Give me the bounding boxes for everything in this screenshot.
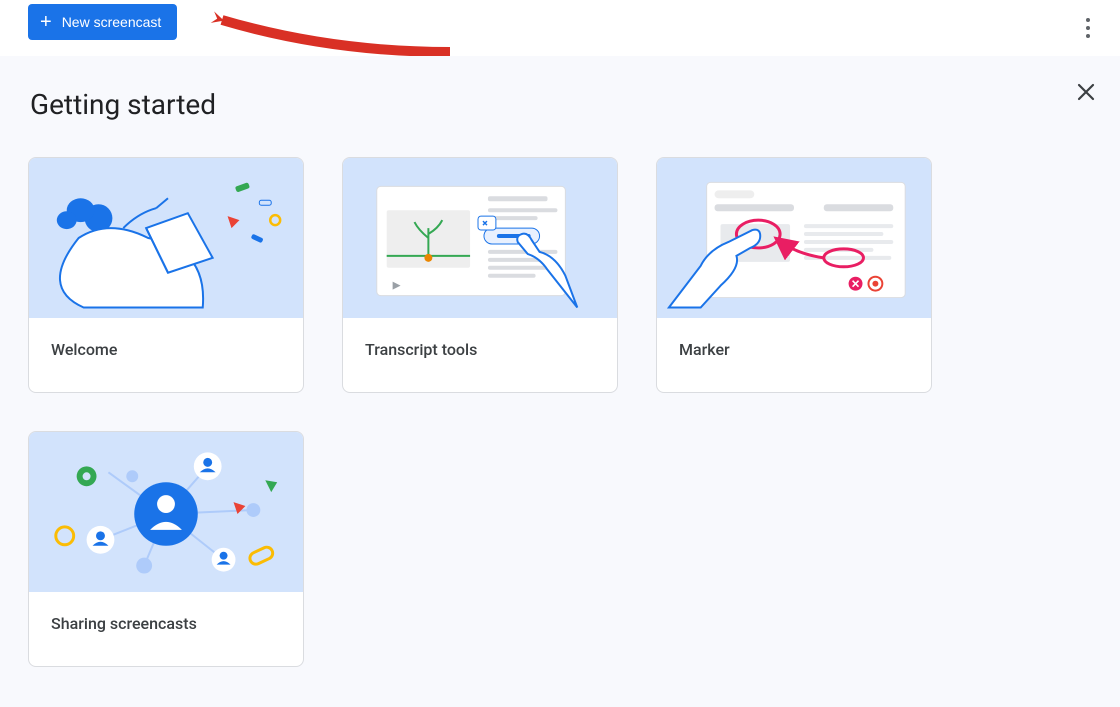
transcript-illustration-icon (343, 158, 617, 318)
welcome-illustration-icon (29, 158, 303, 318)
close-icon (1076, 82, 1096, 102)
card-illustration (343, 158, 617, 318)
card-transcript-tools[interactable]: Transcript tools (342, 157, 618, 393)
card-title: Transcript tools (343, 318, 617, 381)
topbar: + New screencast (0, 0, 1120, 56)
close-panel-button[interactable] (1068, 74, 1104, 110)
more-options-button[interactable] (1074, 14, 1102, 42)
card-welcome[interactable]: Welcome (28, 157, 304, 393)
new-screencast-label: New screencast (62, 14, 162, 30)
plus-icon: + (40, 12, 52, 32)
card-title: Sharing screencasts (29, 592, 303, 655)
kebab-dot (1086, 26, 1090, 30)
panel-title: Getting started (30, 88, 1092, 121)
annotation-arrow (190, 4, 460, 64)
card-sharing-screencasts[interactable]: Sharing screencasts (28, 431, 304, 667)
card-marker[interactable]: Marker (656, 157, 932, 393)
card-illustration (657, 158, 931, 318)
getting-started-panel: Getting started (0, 56, 1120, 707)
kebab-dot (1086, 34, 1090, 38)
marker-illustration-icon (657, 158, 931, 318)
card-title: Welcome (29, 318, 303, 381)
cards-grid: Welcome (28, 157, 1092, 667)
sharing-illustration-icon (29, 432, 303, 592)
kebab-dot (1086, 18, 1090, 22)
card-illustration (29, 432, 303, 592)
card-title: Marker (657, 318, 931, 381)
new-screencast-button[interactable]: + New screencast (28, 4, 177, 40)
card-illustration (29, 158, 303, 318)
